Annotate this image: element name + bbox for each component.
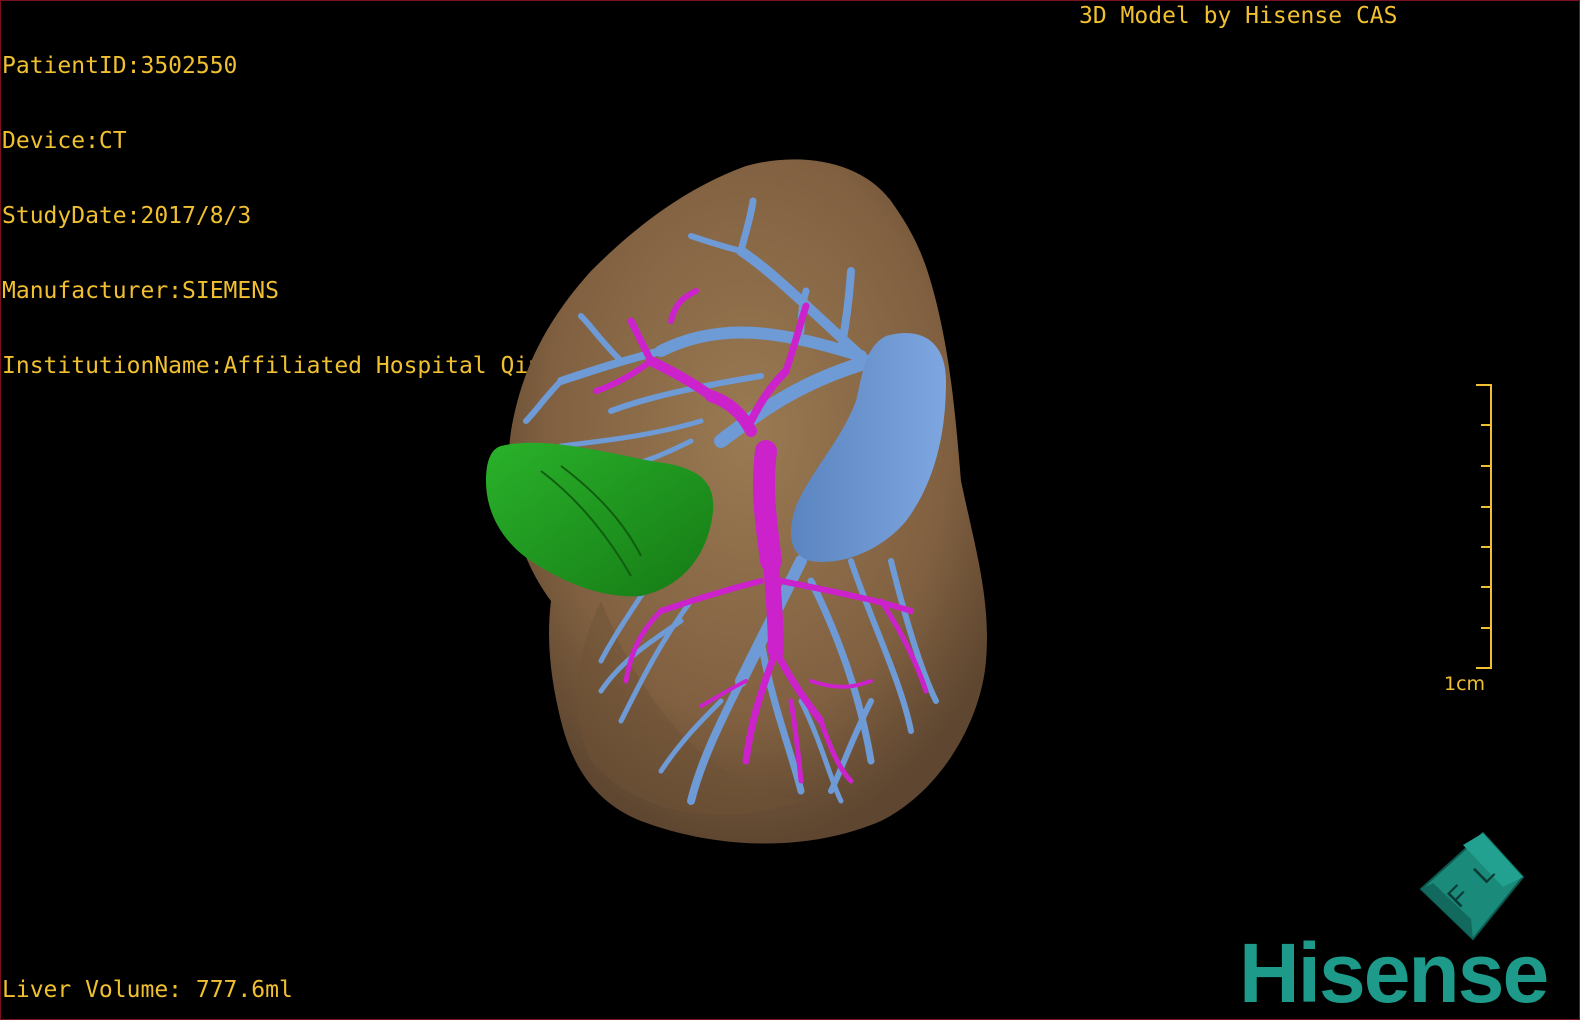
liver-volume-text: Liver Volume: 777.6ml <box>2 977 293 1003</box>
scale-bar <box>1476 384 1492 669</box>
hisense-logo: Hisense <box>1239 926 1549 1020</box>
liver-3d-model[interactable] <box>1 1 1579 1019</box>
3d-viewport[interactable]: PatientID:3502550 Device:CT StudyDate:20… <box>0 0 1580 1020</box>
scale-label: 1cm <box>1444 673 1486 695</box>
